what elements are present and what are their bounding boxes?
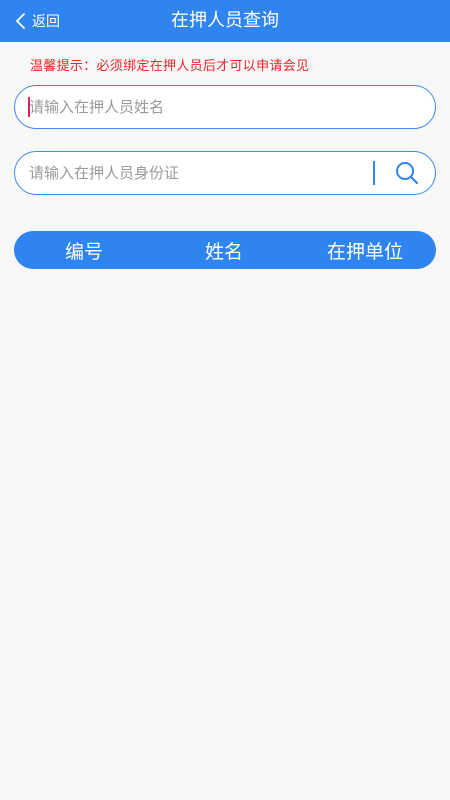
results-table-header: 编号 姓名 在押单位 <box>14 231 436 269</box>
name-field[interactable] <box>14 85 436 129</box>
text-cursor <box>28 97 30 117</box>
column-header-name: 姓名 <box>204 240 243 263</box>
binding-notice: 温馨提示：必须绑定在押人员后才可以申请会见 <box>30 59 310 74</box>
search-divider <box>373 161 375 185</box>
search-icon <box>396 162 419 185</box>
column-header-unit: 在押单位 <box>326 240 403 263</box>
id-card-input[interactable] <box>29 152 369 193</box>
id-field[interactable] <box>14 151 436 195</box>
page-title: 在押人员查询 <box>171 10 279 31</box>
top-nav-bar: 返回 在押人员查询 <box>0 0 450 42</box>
name-input[interactable] <box>29 86 419 127</box>
search-button[interactable] <box>387 156 427 190</box>
column-header-number: 编号 <box>64 240 103 263</box>
